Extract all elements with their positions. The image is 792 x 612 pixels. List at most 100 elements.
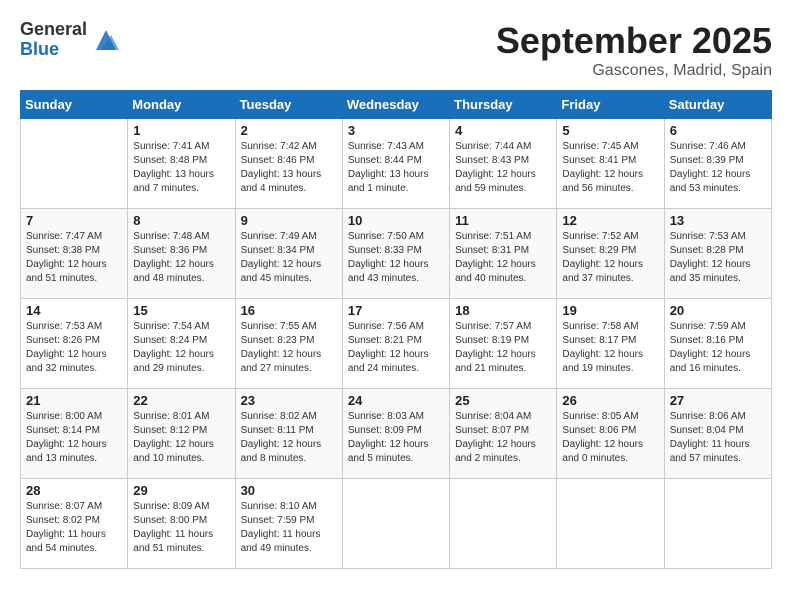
logo-general: General [20, 20, 87, 40]
day-number: 12 [562, 213, 658, 228]
day-number: 2 [241, 123, 337, 138]
day-info: Sunrise: 7:41 AMSunset: 8:48 PMDaylight:… [133, 140, 229, 196]
day-info: Sunrise: 8:00 AMSunset: 8:14 PMDaylight:… [26, 410, 122, 466]
day-number: 28 [26, 483, 122, 498]
day-cell: 23 Sunrise: 8:02 AMSunset: 8:11 PMDayligh… [235, 389, 342, 479]
day-info: Sunrise: 7:53 AMSunset: 8:28 PMDaylight:… [670, 230, 766, 286]
day-number: 24 [348, 393, 444, 408]
day-cell: 21Sunrise: 8:00 AMSunset: 8:14 PMDayligh… [21, 389, 128, 479]
day-number: 20 [670, 303, 766, 318]
day-number: 10 [348, 213, 444, 228]
day-info: Sunrise: 7:42 AMSunset: 8:46 PMDaylight:… [241, 140, 337, 196]
day-number: 5 [562, 123, 658, 138]
day-cell: 29 Sunrise: 8:09 AMSunset: 8:00 PMDayligh… [128, 479, 235, 569]
page-header: General Blue September 2025 Gascones, Ma… [20, 20, 772, 80]
day-info: Sunrise: 8:09 AMSunset: 8:00 PMDaylight:… [133, 500, 229, 556]
day-number: 15 [133, 303, 229, 318]
day-cell: 25 Sunrise: 8:04 AMSunset: 8:07 PMDayligh… [450, 389, 557, 479]
day-info: Sunrise: 7:48 AMSunset: 8:36 PMDaylight:… [133, 230, 229, 286]
header-cell-friday: Friday [557, 91, 664, 119]
week-row-3: 14 Sunrise: 7:53 AMSunset: 8:26 PMDayligh… [21, 299, 772, 389]
day-cell: 8 Sunrise: 7:48 AMSunset: 8:36 PMDaylight… [128, 209, 235, 299]
day-info: Sunrise: 7:56 AMSunset: 8:21 PMDaylight:… [348, 320, 444, 376]
day-info: Sunrise: 8:07 AMSunset: 8:02 PMDaylight:… [26, 500, 122, 556]
day-cell: 17 Sunrise: 7:56 AMSunset: 8:21 PMDayligh… [342, 299, 449, 389]
day-number: 22 [133, 393, 229, 408]
day-info: Sunrise: 7:53 AMSunset: 8:26 PMDaylight:… [26, 320, 122, 376]
day-number: 30 [241, 483, 337, 498]
day-number: 3 [348, 123, 444, 138]
day-info: Sunrise: 8:03 AMSunset: 8:09 PMDaylight:… [348, 410, 444, 466]
day-cell: 16 Sunrise: 7:55 AMSunset: 8:23 PMDayligh… [235, 299, 342, 389]
day-info: Sunrise: 7:51 AMSunset: 8:31 PMDaylight:… [455, 230, 551, 286]
day-cell: 3 Sunrise: 7:43 AMSunset: 8:44 PMDaylight… [342, 119, 449, 209]
day-cell: 30 Sunrise: 8:10 AMSunset: 7:59 PMDayligh… [235, 479, 342, 569]
day-info: Sunrise: 8:05 AMSunset: 8:06 PMDaylight:… [562, 410, 658, 466]
day-cell: 12 Sunrise: 7:52 AMSunset: 8:29 PMDayligh… [557, 209, 664, 299]
day-info: Sunrise: 7:45 AMSunset: 8:41 PMDaylight:… [562, 140, 658, 196]
month-title: September 2025 [496, 20, 772, 62]
header-cell-sunday: Sunday [21, 91, 128, 119]
day-cell: 24 Sunrise: 8:03 AMSunset: 8:09 PMDayligh… [342, 389, 449, 479]
day-info: Sunrise: 7:50 AMSunset: 8:33 PMDaylight:… [348, 230, 444, 286]
header-cell-thursday: Thursday [450, 91, 557, 119]
day-number: 11 [455, 213, 551, 228]
header-row: SundayMondayTuesdayWednesdayThursdayFrid… [21, 91, 772, 119]
day-cell: 26 Sunrise: 8:05 AMSunset: 8:06 PMDayligh… [557, 389, 664, 479]
day-number: 29 [133, 483, 229, 498]
day-info: Sunrise: 7:47 AMSunset: 8:38 PMDaylight:… [26, 230, 122, 286]
day-cell: 14 Sunrise: 7:53 AMSunset: 8:26 PMDayligh… [21, 299, 128, 389]
logo-blue: Blue [20, 40, 87, 60]
day-cell: 1Sunrise: 7:41 AMSunset: 8:48 PMDaylight… [128, 119, 235, 209]
day-cell: 5 Sunrise: 7:45 AMSunset: 8:41 PMDaylight… [557, 119, 664, 209]
title-block: September 2025 Gascones, Madrid, Spain [496, 20, 772, 80]
day-cell: 15Sunrise: 7:54 AMSunset: 8:24 PMDayligh… [128, 299, 235, 389]
day-info: Sunrise: 8:02 AMSunset: 8:11 PMDaylight:… [241, 410, 337, 466]
day-info: Sunrise: 8:04 AMSunset: 8:07 PMDaylight:… [455, 410, 551, 466]
week-row-1: 1Sunrise: 7:41 AMSunset: 8:48 PMDaylight… [21, 119, 772, 209]
day-number: 17 [348, 303, 444, 318]
day-info: Sunrise: 7:44 AMSunset: 8:43 PMDaylight:… [455, 140, 551, 196]
header-cell-tuesday: Tuesday [235, 91, 342, 119]
day-cell [342, 479, 449, 569]
day-cell: 28 Sunrise: 8:07 AMSunset: 8:02 PMDayligh… [21, 479, 128, 569]
day-info: Sunrise: 7:57 AMSunset: 8:19 PMDaylight:… [455, 320, 551, 376]
logo-icon [91, 25, 121, 55]
day-cell: 19 Sunrise: 7:58 AMSunset: 8:17 PMDayligh… [557, 299, 664, 389]
day-info: Sunrise: 8:01 AMSunset: 8:12 PMDaylight:… [133, 410, 229, 466]
day-info: Sunrise: 7:43 AMSunset: 8:44 PMDaylight:… [348, 140, 444, 196]
day-number: 4 [455, 123, 551, 138]
header-cell-monday: Monday [128, 91, 235, 119]
day-cell: 22 Sunrise: 8:01 AMSunset: 8:12 PMDayligh… [128, 389, 235, 479]
day-info: Sunrise: 7:58 AMSunset: 8:17 PMDaylight:… [562, 320, 658, 376]
day-info: Sunrise: 7:52 AMSunset: 8:29 PMDaylight:… [562, 230, 658, 286]
day-cell: 9Sunrise: 7:49 AMSunset: 8:34 PMDaylight… [235, 209, 342, 299]
logo: General Blue [20, 20, 121, 60]
day-info: Sunrise: 7:46 AMSunset: 8:39 PMDaylight:… [670, 140, 766, 196]
day-cell [21, 119, 128, 209]
week-row-2: 7 Sunrise: 7:47 AMSunset: 8:38 PMDaylight… [21, 209, 772, 299]
week-row-4: 21Sunrise: 8:00 AMSunset: 8:14 PMDayligh… [21, 389, 772, 479]
day-cell [664, 479, 771, 569]
day-number: 23 [241, 393, 337, 408]
day-info: Sunrise: 8:06 AMSunset: 8:04 PMDaylight:… [670, 410, 766, 466]
day-number: 8 [133, 213, 229, 228]
location: Gascones, Madrid, Spain [496, 62, 772, 80]
day-info: Sunrise: 7:55 AMSunset: 8:23 PMDaylight:… [241, 320, 337, 376]
day-cell: 6 Sunrise: 7:46 AMSunset: 8:39 PMDaylight… [664, 119, 771, 209]
day-number: 13 [670, 213, 766, 228]
day-cell [450, 479, 557, 569]
header-cell-wednesday: Wednesday [342, 91, 449, 119]
day-number: 19 [562, 303, 658, 318]
day-number: 25 [455, 393, 551, 408]
day-cell: 4 Sunrise: 7:44 AMSunset: 8:43 PMDaylight… [450, 119, 557, 209]
day-number: 27 [670, 393, 766, 408]
day-cell: 13 Sunrise: 7:53 AMSunset: 8:28 PMDayligh… [664, 209, 771, 299]
day-number: 16 [241, 303, 337, 318]
day-number: 6 [670, 123, 766, 138]
day-number: 26 [562, 393, 658, 408]
day-info: Sunrise: 7:49 AMSunset: 8:34 PMDaylight:… [241, 230, 337, 286]
day-info: Sunrise: 8:10 AMSunset: 7:59 PMDaylight:… [241, 500, 337, 556]
day-number: 14 [26, 303, 122, 318]
day-number: 7 [26, 213, 122, 228]
